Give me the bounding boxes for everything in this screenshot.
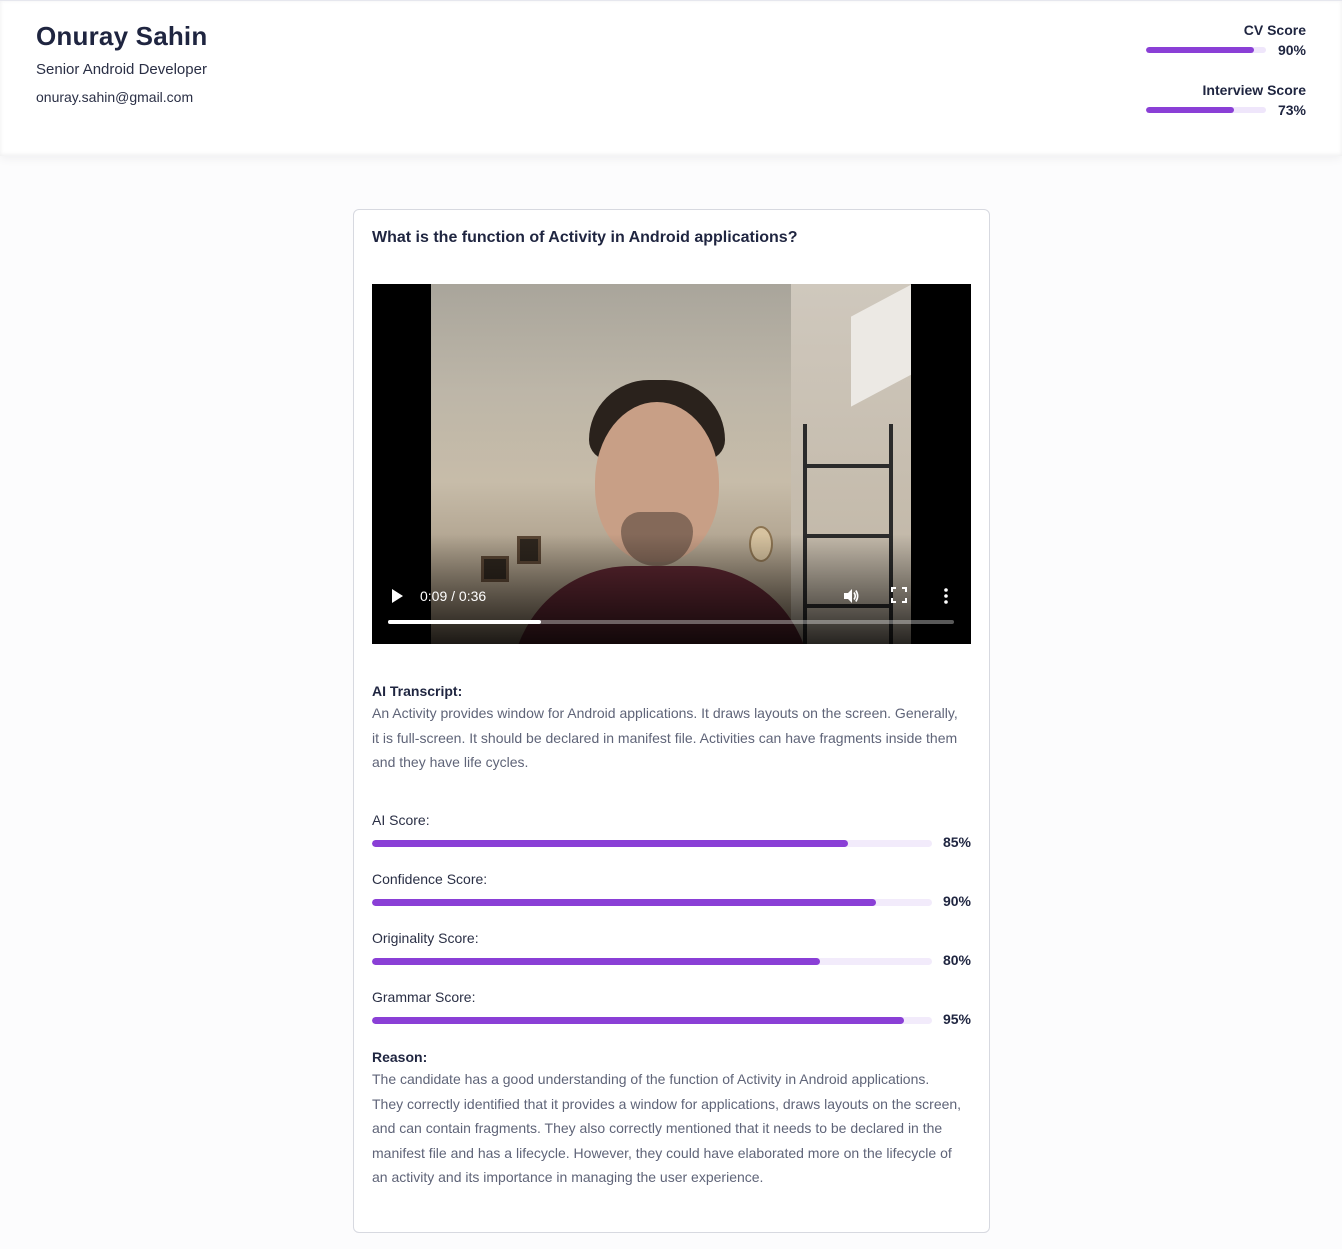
transcript-text: An Activity provides window for Android … [372,705,958,770]
question-card: What is the function of Activity in Andr… [353,209,990,1233]
originality-score-bar [372,958,932,965]
ai-score-bar [372,840,932,847]
originality-score-fill [372,958,820,965]
video-progress-played [388,620,541,624]
originality-score-label: Originality Score: [372,930,479,946]
more-vert-icon[interactable] [942,587,950,605]
ai-score-value: 85% [942,834,971,850]
interview-score-value: 73% [1277,102,1306,118]
cv-score: CV Score 90% [1136,22,1306,58]
cv-score-label: CV Score [1243,22,1306,38]
interview-score-label: Interview Score [1202,82,1307,98]
transcript-label: AI Transcript: [372,683,463,699]
interview-score: Interview Score 73% [1136,82,1306,118]
cv-score-value: 90% [1277,42,1306,58]
confidence-score-label: Confidence Score: [372,871,488,887]
confidence-score: Confidence Score: 90% [372,871,972,909]
ai-score: AI Score: 85% [372,812,972,850]
confidence-score-bar [372,899,932,906]
video-progress-bar[interactable] [388,620,954,624]
ai-score-fill [372,840,848,847]
originality-score-value: 80% [942,952,971,968]
grammar-score: Grammar Score: 95% [372,989,972,1027]
volume-icon[interactable] [842,587,860,605]
video-player[interactable]: 0:09 / 0:36 [372,284,971,644]
video-time: 0:09 / 0:36 [420,588,487,604]
cv-score-bar [1146,47,1266,53]
candidate-title: Senior Android Developer [36,61,207,78]
confidence-score-value: 90% [942,893,971,909]
grammar-score-label: Grammar Score: [372,989,476,1005]
play-icon[interactable] [390,588,404,604]
candidate-email: onuray.sahin@gmail.com [36,89,194,105]
reason-text: The candidate has a good understanding o… [372,1071,962,1185]
originality-score: Originality Score: 80% [372,930,972,968]
ai-score-label: AI Score: [372,812,430,828]
question-title: What is the function of Activity in Andr… [372,229,798,246]
grammar-score-value: 95% [942,1011,971,1027]
confidence-score-fill [372,899,876,906]
candidate-name: Onuray Sahin [36,21,208,51]
candidate-header: Onuray Sahin Senior Android Developer on… [0,0,1342,156]
fullscreen-icon[interactable] [891,587,907,603]
interview-score-fill [1146,107,1234,113]
grammar-score-bar [372,1017,932,1024]
cv-score-fill [1146,47,1254,53]
interview-score-bar [1146,107,1266,113]
grammar-score-fill [372,1017,904,1024]
reason-label: Reason: [372,1049,428,1065]
